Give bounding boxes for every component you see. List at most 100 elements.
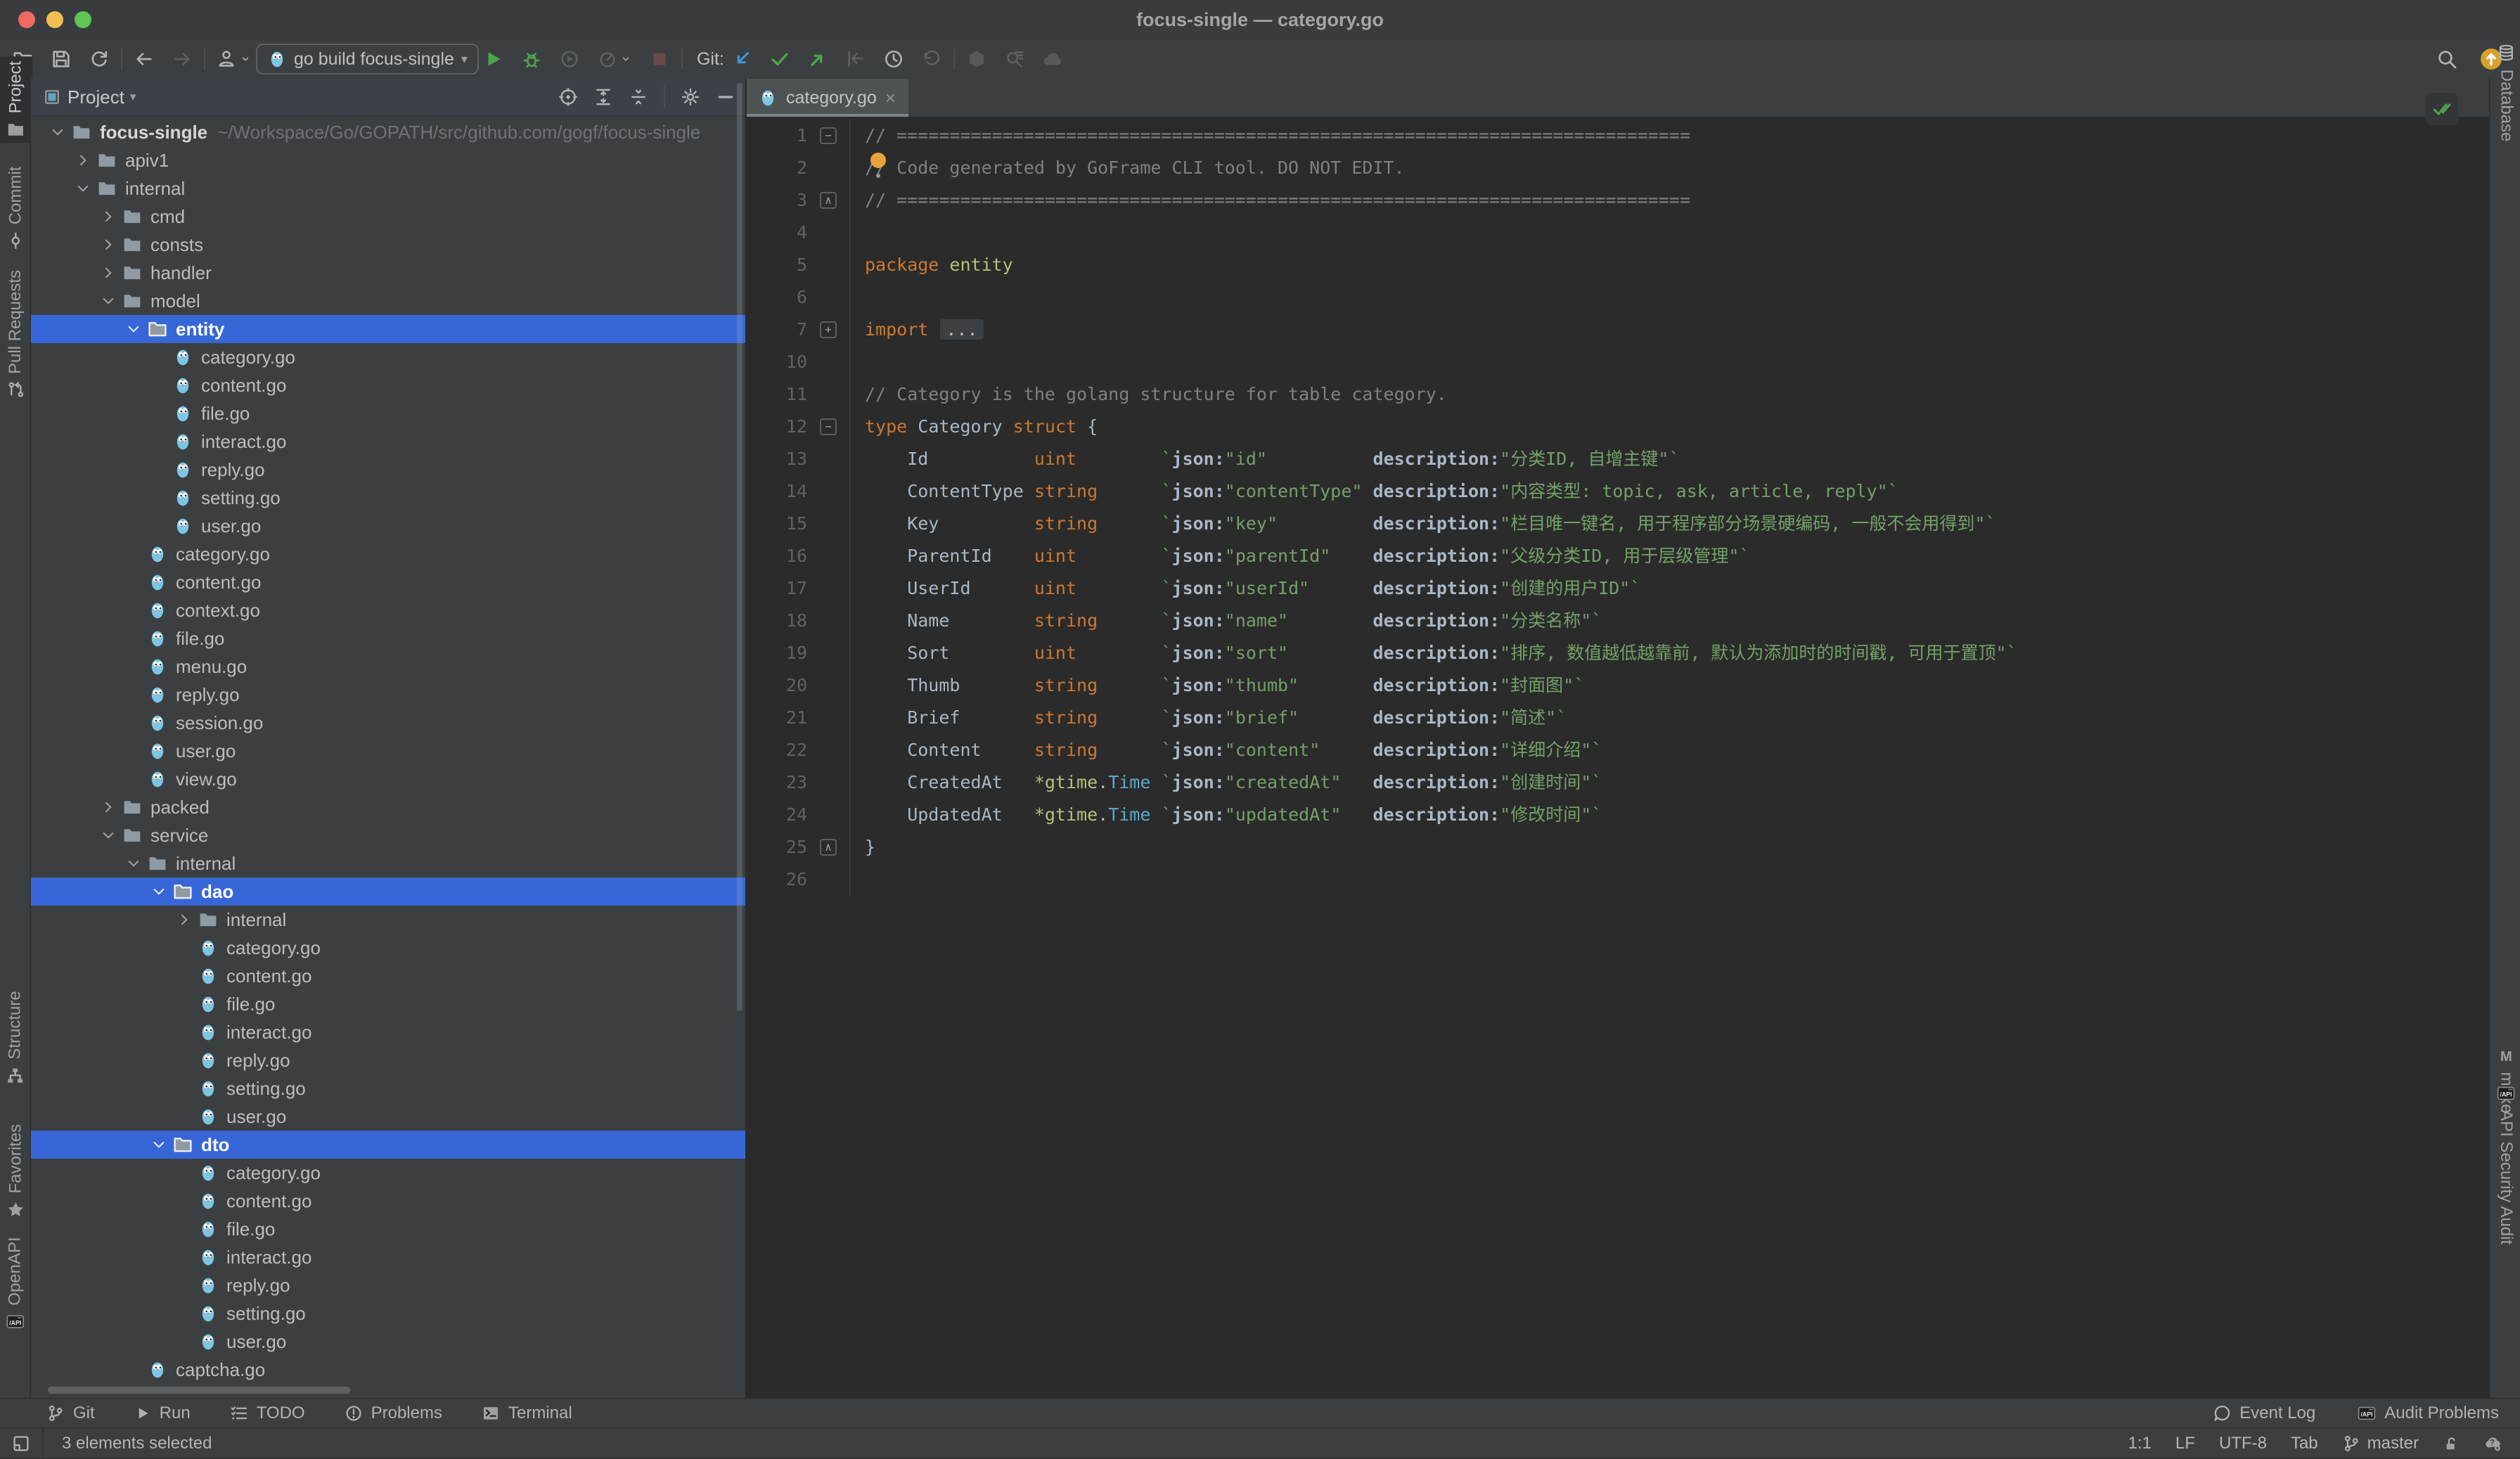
tool-stripe-button-structure[interactable]: Structure	[0, 1028, 31, 1048]
code-line-13[interactable]: 13 Id uint `json:"id" description:"分类ID,…	[747, 443, 2489, 475]
code-line-15[interactable]: 15 Key string `json:"key" description:"栏…	[747, 508, 2489, 540]
tree-folder-dto[interactable]: dto	[31, 1131, 745, 1159]
tool-stripe-button-favorites[interactable]: Favorites	[0, 1162, 31, 1181]
tool-stripe-button-database[interactable]: Database	[2490, 83, 2520, 103]
git-commit-icon[interactable]	[769, 49, 790, 70]
tree-file-content-go[interactable]: content.go	[31, 962, 745, 990]
tool-stripe-button-pull-requests[interactable]: Pull Requests	[0, 325, 31, 345]
toolwindow-button-audit-problems[interactable]: /APIAudit Problems	[2358, 1403, 2499, 1423]
tree-folder-internal[interactable]: internal	[31, 906, 745, 934]
tree-file-reply-go[interactable]: reply.go	[31, 1271, 745, 1299]
locate-file-icon[interactable]	[558, 87, 578, 107]
search-everywhere-icon[interactable]	[1004, 49, 1025, 70]
chevron-down-icon[interactable]	[146, 1136, 172, 1153]
tree-file-setting-go[interactable]: setting.go	[31, 1074, 745, 1103]
tree-file-category-go[interactable]: category.go	[31, 540, 745, 568]
tree-folder-entity[interactable]: entity	[31, 315, 745, 343]
fold-marker-icon[interactable]: ∧	[820, 192, 837, 209]
tree-file-interact-go[interactable]: interact.go	[31, 1018, 745, 1046]
code-line-3[interactable]: 3∧// ===================================…	[747, 184, 2489, 217]
tree-folder-service[interactable]: service	[31, 821, 745, 849]
toolwindow-button-terminal[interactable]: Terminal	[482, 1403, 572, 1423]
debug-button[interactable]	[521, 49, 542, 70]
code-with-me-icon[interactable]	[966, 49, 987, 70]
code-line-23[interactable]: 23 CreatedAt *gtime.Time `json:"createdA…	[747, 766, 2489, 799]
fold-marker-icon[interactable]: +	[820, 321, 837, 338]
tab-category-go[interactable]: category.go ×	[747, 79, 908, 117]
run-with-coverage-icon[interactable]	[559, 49, 580, 70]
tree-file-setting-go[interactable]: setting.go	[31, 484, 745, 512]
code-line-19[interactable]: 19 Sort uint `json:"sort" description:"排…	[747, 637, 2489, 669]
chevron-down-icon[interactable]	[146, 883, 172, 900]
tree-folder-cmd[interactable]: cmd	[31, 203, 745, 231]
tool-stripe-button-commit[interactable]: Commit	[0, 198, 31, 218]
code-line-16[interactable]: 16 ParentId uint `json:"parentId" descri…	[747, 540, 2489, 572]
status-item-1-1[interactable]: 1:1	[2128, 1434, 2152, 1453]
tree-file-file-go[interactable]: file.go	[31, 624, 745, 653]
gear-icon[interactable]	[681, 87, 700, 107]
tree-file-user-go[interactable]: user.go	[31, 737, 745, 765]
tree-folder-internal[interactable]: internal	[31, 174, 745, 203]
code-line-2[interactable]: 2// Code generated by GoFrame CLI tool. …	[747, 152, 2489, 184]
user-profile-icon[interactable]	[217, 49, 252, 70]
tree-folder-internal[interactable]: internal	[31, 849, 745, 878]
tree-file-captcha-go[interactable]: captcha.go	[31, 1356, 745, 1384]
tree-file-session-go[interactable]: session.go	[31, 709, 745, 737]
fold-marker-icon[interactable]: ∧	[820, 839, 837, 856]
toolwindow-button-todo[interactable]: TODO	[230, 1403, 305, 1423]
run-configuration-select[interactable]: go build focus-single ▾	[256, 44, 479, 75]
expand-all-icon[interactable]	[593, 87, 613, 107]
code-line-26[interactable]: 26	[747, 863, 2489, 896]
code-line-10[interactable]: 10	[747, 346, 2489, 378]
tree-file-user-go[interactable]: user.go	[31, 512, 745, 540]
code-line-20[interactable]: 20 Thumb string `json:"thumb" descriptio…	[747, 669, 2489, 702]
code-line-25[interactable]: 25∧}	[747, 831, 2489, 863]
git-update-project-icon[interactable]	[731, 49, 752, 70]
tree-file-category-go[interactable]: category.go	[31, 1159, 745, 1187]
toolwindow-button-run[interactable]: Run	[134, 1403, 191, 1423]
search-icon[interactable]	[2436, 48, 2458, 70]
code-editor[interactable]: 1−// ===================================…	[747, 120, 2489, 1398]
code-line-4[interactable]: 4	[747, 217, 2489, 249]
tree-file-user-go[interactable]: user.go	[31, 1103, 745, 1131]
chevron-right-icon[interactable]	[172, 911, 197, 928]
code-line-17[interactable]: 17 UserId uint `json:"userId" descriptio…	[747, 572, 2489, 605]
code-line-18[interactable]: 18 Name string `json:"name" description:…	[747, 605, 2489, 637]
tree-file-context-go[interactable]: context.go	[31, 596, 745, 624]
tree-file-category-go[interactable]: category.go	[31, 934, 745, 962]
chevron-right-icon[interactable]	[96, 799, 121, 816]
chevron-down-icon[interactable]	[96, 293, 121, 309]
tree-file-content-go[interactable]: content.go	[31, 568, 745, 596]
tree-file-content-go[interactable]: content.go	[31, 371, 745, 399]
chevron-down-icon[interactable]	[121, 321, 146, 338]
tree-file-user-go[interactable]: user.go	[31, 1328, 745, 1356]
code-line-6[interactable]: 6	[747, 281, 2489, 314]
tree-file-file-go[interactable]: file.go	[31, 1215, 745, 1243]
status-item-master[interactable]: master	[2342, 1434, 2419, 1453]
tree-file-category-go[interactable]: category.go	[31, 343, 745, 371]
tree-file-content-go[interactable]: content.go	[31, 1187, 745, 1215]
chevron-down-icon[interactable]	[70, 180, 96, 197]
hide-panel-icon[interactable]	[716, 87, 735, 107]
back-icon[interactable]	[134, 49, 155, 70]
tree-horizontal-scrollbar[interactable]	[48, 1387, 350, 1394]
git-push-icon[interactable]	[807, 49, 828, 70]
toolwindow-button-event-log[interactable]: Event Log	[2213, 1403, 2315, 1423]
code-line-7[interactable]: 7+import ...	[747, 314, 2489, 346]
git-merge-icon[interactable]	[845, 49, 866, 70]
toolwindow-button-git[interactable]: Git	[46, 1403, 95, 1423]
code-line-22[interactable]: 22 Content string `json:"content" descri…	[747, 734, 2489, 766]
status-item-lf[interactable]: LF	[2175, 1434, 2195, 1453]
profiler-button[interactable]	[597, 49, 632, 70]
chevron-down-icon[interactable]	[96, 827, 121, 844]
fold-marker-icon[interactable]: −	[820, 418, 837, 435]
tool-stripe-button-project[interactable]: Project	[0, 83, 31, 117]
status-item-unlock[interactable]	[2443, 1435, 2460, 1452]
status-item-cloud-gear[interactable]: ?	[2483, 1434, 2502, 1453]
tool-stripe-button-api-security-audit[interactable]: /APIAPI Security Audit	[2490, 1155, 2520, 1174]
chevron-right-icon[interactable]	[96, 264, 121, 281]
forward-icon[interactable]	[172, 49, 193, 70]
tool-stripe-button-openapi[interactable]: /APIOpenAPI	[0, 1274, 31, 1294]
code-line-5[interactable]: 5package entity	[747, 249, 2489, 281]
tree-folder-model[interactable]: model	[31, 287, 745, 315]
